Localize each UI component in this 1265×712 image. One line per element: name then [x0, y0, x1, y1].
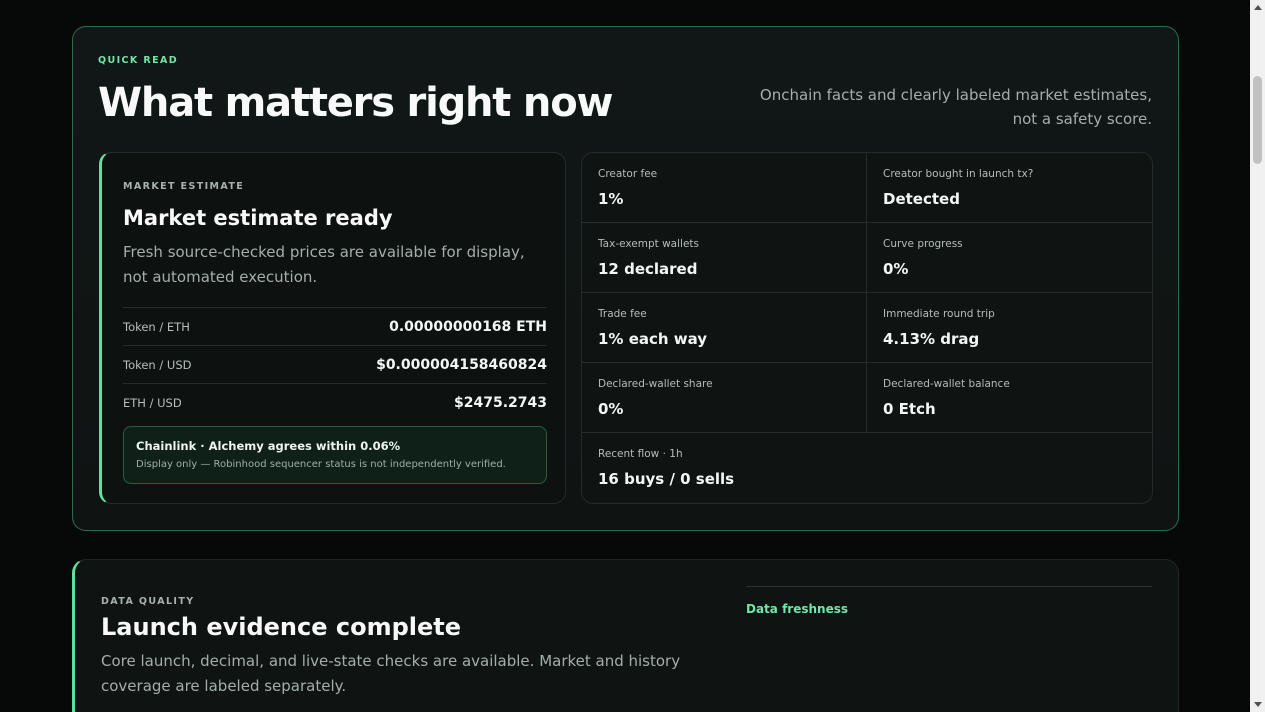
- fact-value: 4.13% drag: [883, 330, 980, 348]
- price-label: ETH / USD: [123, 395, 182, 410]
- fact-value: 0%: [598, 400, 624, 418]
- fact-value: 1%: [598, 190, 624, 208]
- chevron-up-icon: [1253, 5, 1262, 10]
- fact-label: Trade fee: [598, 308, 647, 320]
- price-row-eth-usd: ETH / USD $2475.2743: [123, 383, 547, 421]
- data-freshness-label: Data freshness: [746, 602, 848, 616]
- data-quality-description: Core launch, decimal, and live-state che…: [101, 652, 681, 695]
- fact-curve-progress: Curve progress 0%: [867, 223, 1152, 293]
- agreement-title: Chainlink · Alchemy agrees within 0.06%: [136, 439, 401, 453]
- price-row-token-usd: Token / USD $0.000004158460824: [123, 345, 547, 383]
- fact-label: Declared-wallet share: [598, 378, 713, 390]
- fact-tax-exempt-wallets: Tax-exempt wallets 12 declared: [582, 223, 867, 293]
- fact-label: Creator bought in launch tx?: [883, 168, 1034, 180]
- data-quality-card: DATA QUALITY Launch evidence complete Co…: [72, 559, 1179, 712]
- fact-label: Curve progress: [883, 238, 963, 250]
- fact-value: 1% each way: [598, 330, 708, 348]
- price-label: Token / ETH: [123, 319, 190, 334]
- data-quality-title: Launch evidence complete: [101, 613, 462, 641]
- page-scrollbar[interactable]: [1250, 0, 1265, 712]
- source-agreement-notice: Chainlink · Alchemy agrees within 0.06% …: [123, 426, 547, 484]
- fact-value: 16 buys / 0 sells: [598, 470, 735, 488]
- scroll-up-button[interactable]: [1250, 0, 1265, 15]
- fact-recent-flow: Recent flow · 1h 16 buys / 0 sells: [582, 433, 1152, 503]
- fact-declared-wallet-share: Declared-wallet share 0%: [582, 363, 867, 433]
- fact-declared-wallet-balance: Declared-wallet balance 0 Etch: [867, 363, 1152, 433]
- page-title: What matters right now: [98, 80, 613, 126]
- fact-value: Detected: [883, 190, 960, 208]
- fact-value: 12 declared: [598, 260, 698, 278]
- fact-label: Immediate round trip: [883, 308, 995, 320]
- market-estimate-eyebrow: MARKET ESTIMATE: [123, 181, 245, 192]
- quick-read-subtitle: Onchain facts and clearly labeled market…: [759, 86, 1152, 128]
- market-estimate-title: Market estimate ready: [123, 206, 393, 230]
- scroll-down-button[interactable]: [1250, 697, 1265, 712]
- fact-label: Declared-wallet balance: [883, 378, 1010, 390]
- divider: [746, 586, 1152, 587]
- price-label: Token / USD: [123, 357, 192, 372]
- price-list: Token / ETH 0.00000000168 ETH Token / US…: [123, 307, 547, 421]
- fact-trade-fee: Trade fee 1% each way: [582, 293, 867, 363]
- fact-round-trip: Immediate round trip 4.13% drag: [867, 293, 1152, 363]
- price-value: $0.000004158460824: [376, 356, 547, 373]
- scrollbar-thumb[interactable]: [1253, 76, 1262, 164]
- fact-creator-fee: Creator fee 1%: [582, 153, 867, 223]
- quick-read-card: QUICK READ What matters right now Onchai…: [72, 26, 1179, 531]
- market-estimate-panel: MARKET ESTIMATE Market estimate ready Fr…: [99, 152, 566, 504]
- market-estimate-description: Fresh source-checked prices are availabl…: [123, 243, 525, 286]
- fact-label: Tax-exempt wallets: [598, 238, 699, 250]
- chevron-down-icon: [1253, 702, 1262, 707]
- fact-value: 0%: [883, 260, 909, 278]
- agreement-note: Display only — Robinhood sequencer statu…: [136, 459, 506, 470]
- fact-value: 0 Etch: [883, 400, 936, 418]
- fact-creator-bought: Creator bought in launch tx? Detected: [867, 153, 1152, 223]
- price-row-token-eth: Token / ETH 0.00000000168 ETH: [123, 307, 547, 345]
- price-value: $2475.2743: [454, 394, 547, 411]
- quick-read-eyebrow: QUICK READ: [98, 55, 179, 66]
- data-quality-eyebrow: DATA QUALITY: [101, 596, 195, 607]
- fact-label: Recent flow · 1h: [598, 448, 683, 460]
- price-value: 0.00000000168 ETH: [389, 318, 547, 335]
- facts-grid: Creator fee 1% Creator bought in launch …: [581, 152, 1153, 504]
- fact-label: Creator fee: [598, 168, 658, 180]
